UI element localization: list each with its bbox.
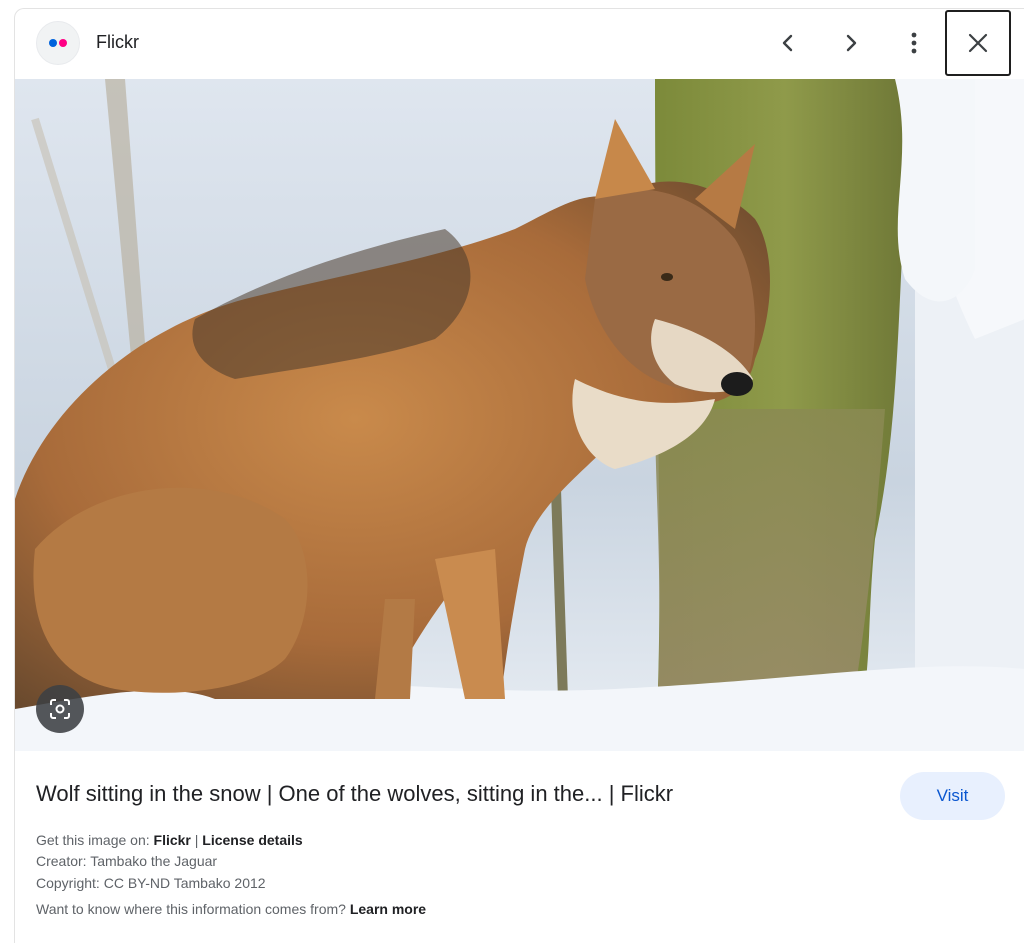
logo-blue-dot bbox=[49, 39, 57, 47]
visit-button[interactable]: Visit bbox=[900, 772, 1005, 820]
creator-label: Creator: bbox=[36, 853, 91, 869]
source-line: Get this image on: Flickr | License deta… bbox=[36, 832, 303, 848]
more-options-button[interactable] bbox=[893, 22, 935, 64]
lens-search-button[interactable] bbox=[36, 685, 84, 733]
wolf-image bbox=[15, 79, 1024, 751]
license-details-link[interactable]: License details bbox=[202, 832, 302, 848]
logo-pink-dot bbox=[59, 39, 67, 47]
creator-line: Creator: Tambako the Jaguar bbox=[36, 853, 217, 869]
site-name[interactable]: Flickr bbox=[96, 32, 139, 53]
preview-header: Flickr bbox=[15, 9, 1024, 79]
lens-search-icon bbox=[50, 699, 70, 719]
learn-more-link[interactable]: Learn more bbox=[350, 901, 426, 917]
info-question: Want to know where this information come… bbox=[36, 901, 350, 917]
more-vert-icon bbox=[911, 32, 917, 54]
close-icon bbox=[968, 33, 988, 53]
separator: | bbox=[190, 832, 203, 848]
copyright-text: CC BY-ND Tambako 2012 bbox=[103, 875, 266, 891]
next-button[interactable] bbox=[830, 22, 872, 64]
previous-button[interactable] bbox=[767, 22, 809, 64]
flickr-logo[interactable] bbox=[36, 21, 80, 65]
chevron-right-icon bbox=[846, 34, 857, 52]
chevron-left-icon bbox=[782, 34, 793, 52]
copyright-label: Copyright: bbox=[36, 875, 104, 891]
get-image-label: Get this image on: bbox=[36, 832, 154, 848]
image-preview-panel: Flickr Wolf sitting in the snow | One of… bbox=[14, 8, 1024, 943]
source-link[interactable]: Flickr bbox=[154, 832, 191, 848]
close-button[interactable] bbox=[945, 10, 1011, 76]
copyright-line: Copyright: CC BY-ND Tambako 2012 bbox=[36, 875, 266, 891]
info-source-line: Want to know where this information come… bbox=[36, 901, 426, 917]
image-title[interactable]: Wolf sitting in the snow | One of the wo… bbox=[36, 781, 673, 807]
creator-name: Tambako the Jaguar bbox=[90, 853, 218, 869]
wolf-photo[interactable] bbox=[15, 79, 1024, 751]
